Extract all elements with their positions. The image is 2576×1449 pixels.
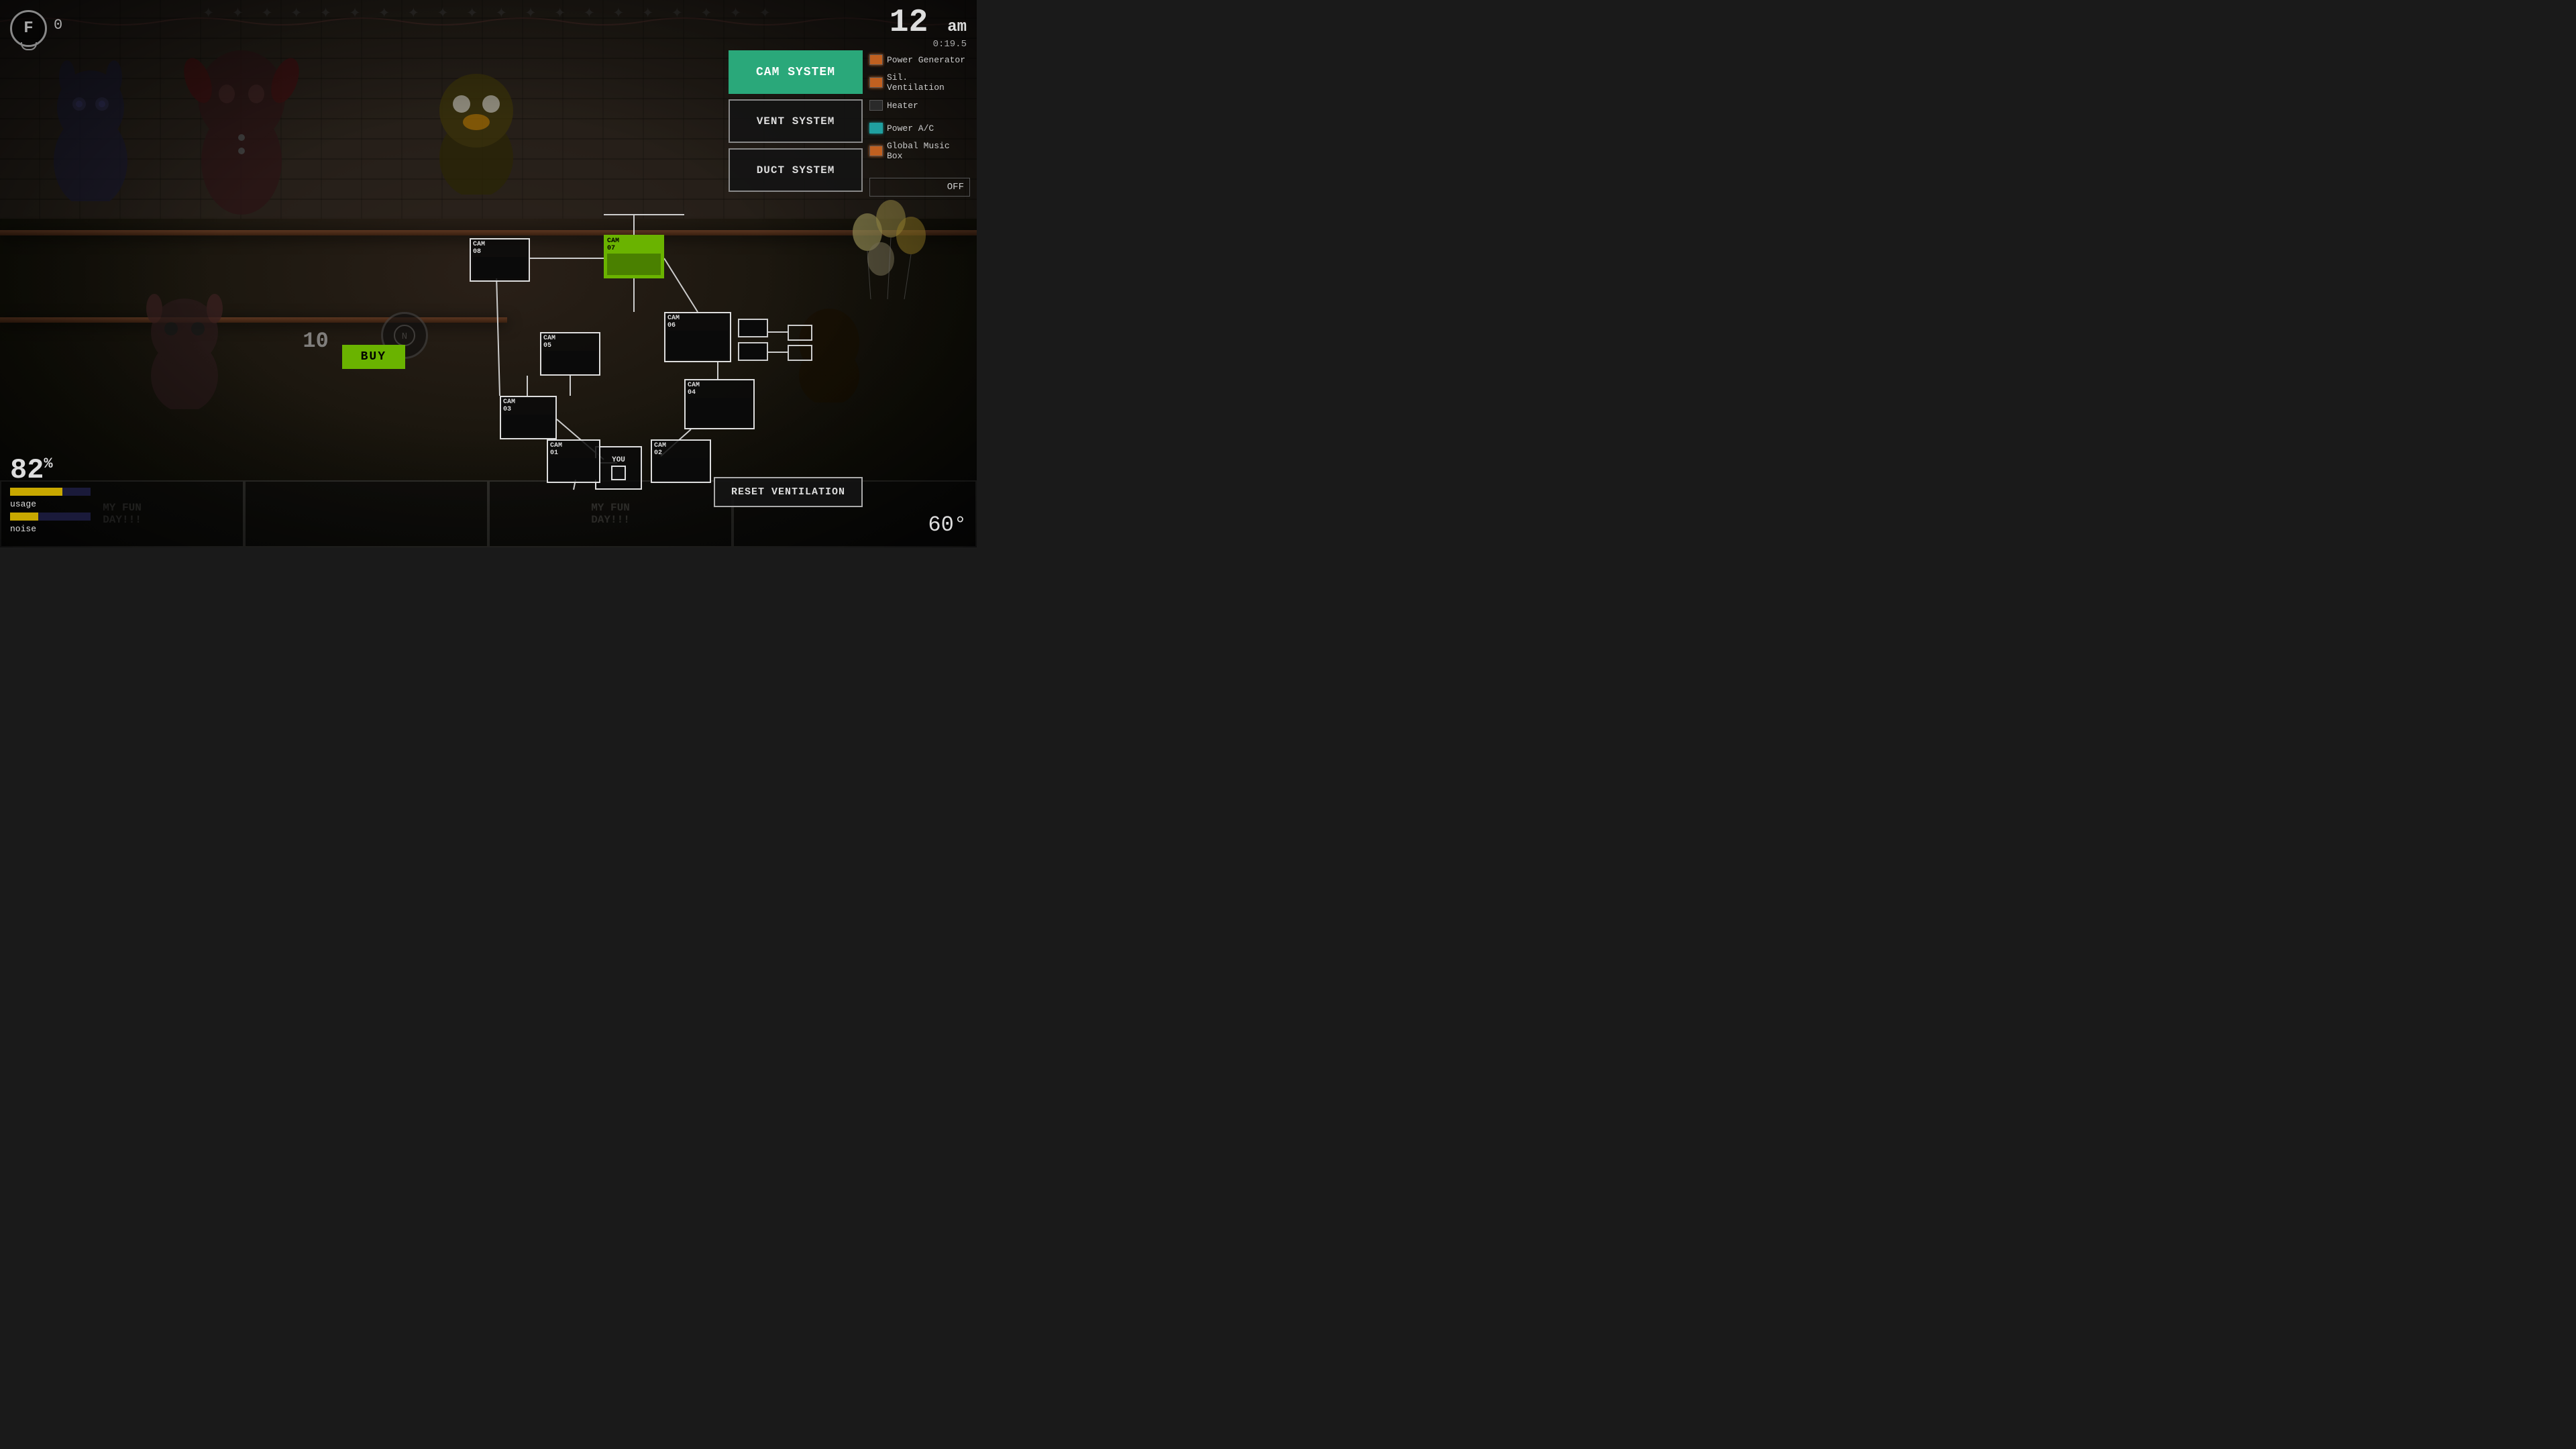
camera-map: CAM08 CAM07 CAM05 CAM06 CAM03 — [396, 208, 818, 496]
cam-08-node[interactable]: CAM08 — [470, 238, 530, 282]
cam-system-button[interactable]: CAM SYSTEM — [729, 50, 863, 94]
power-item-music-box[interactable]: Global Music Box — [869, 142, 970, 160]
label-heater: Heater — [887, 101, 918, 111]
led-generator — [869, 54, 883, 65]
noise-bar-row — [10, 512, 104, 521]
led-sil-vent — [869, 77, 883, 88]
cam-02-node[interactable]: CAM02 — [651, 439, 711, 483]
temperature-display: 60° — [928, 513, 967, 537]
stat-bars: usage noise — [10, 487, 104, 534]
usage-percent-display: 82% — [10, 456, 104, 484]
label-music-box: Global Music Box — [887, 141, 970, 161]
top-decoration: ✦ ✦ ✦ ✦ ✦ ✦ ✦ ✦ ✦ ✦ ✦ ✦ ✦ ✦ ✦ ✦ ✦ ✦ ✦ ✦ — [0, 0, 977, 23]
usage-bar-bg — [10, 488, 91, 496]
power-item-heater[interactable]: Heater — [869, 96, 970, 115]
cam-06-node[interactable]: CAM06 — [664, 312, 731, 362]
logo-circle: F — [10, 10, 47, 47]
sign-10-display: 10 — [303, 329, 328, 354]
off-label: OFF — [947, 182, 964, 193]
cam-04-node[interactable]: CAM04 — [684, 379, 755, 429]
systems-panel: CAM SYSTEM VENT SYSTEM DUCT SYSTEM — [729, 50, 863, 192]
label-power-ac: Power A/C — [887, 123, 934, 133]
time-hour: 12 am — [890, 7, 967, 39]
power-item-generator[interactable]: Power Generator — [869, 50, 970, 69]
freddy-logo: F — [10, 10, 47, 47]
zigzag-pattern: ✦ ✦ ✦ ✦ ✦ ✦ ✦ ✦ ✦ ✦ ✦ ✦ ✦ ✦ ✦ ✦ ✦ ✦ ✦ ✦ — [203, 0, 773, 23]
noise-bar-bg — [10, 513, 91, 521]
power-item-power-ac[interactable]: Power A/C — [869, 119, 970, 138]
duct-system-button[interactable]: DUCT SYSTEM — [729, 148, 863, 192]
usage-bar-row — [10, 487, 104, 496]
label-sil-vent: Sil. Ventilation — [887, 72, 970, 93]
vent-system-button[interactable]: VENT SYSTEM — [729, 99, 863, 143]
cam-side-box-1 — [738, 319, 768, 337]
cam-05-node[interactable]: CAM05 — [540, 332, 600, 376]
led-power-ac — [869, 123, 883, 133]
noise-label: noise — [10, 524, 104, 534]
noise-bar-fill — [10, 513, 38, 521]
power-panel: Power Generator Sil. Ventilation Heater … — [869, 50, 970, 160]
balloons-decoration — [847, 192, 928, 326]
char-bonnie — [40, 54, 141, 201]
char-mangle — [134, 288, 235, 409]
off-badge: OFF — [869, 178, 970, 197]
usage-label: usage — [10, 499, 104, 509]
reset-ventilation-button[interactable]: RESET VENTILATION — [714, 477, 863, 507]
char-toy-chica — [423, 60, 530, 195]
led-heater — [869, 100, 883, 111]
stats-panel: 82% usage noise — [10, 456, 104, 534]
you-node-square — [611, 466, 626, 480]
cam-side-box-2 — [738, 342, 768, 361]
char-circus-baby — [181, 34, 302, 221]
you-node[interactable]: YOU — [595, 446, 642, 490]
cam-03-node[interactable]: CAM03 — [500, 396, 557, 439]
led-music-box — [869, 146, 883, 156]
time-display: 12 am 0:19.5 — [890, 7, 967, 50]
usage-bar-fill — [10, 488, 62, 496]
power-item-sil-vent[interactable]: Sil. Ventilation — [869, 73, 970, 92]
cam-07-node[interactable]: CAM07 — [604, 235, 664, 278]
cam-01-node[interactable]: CAM01 — [547, 439, 600, 483]
percent-value: 82% — [10, 454, 53, 486]
label-generator: Power Generator — [887, 55, 965, 65]
score-display: 0 — [54, 17, 62, 34]
